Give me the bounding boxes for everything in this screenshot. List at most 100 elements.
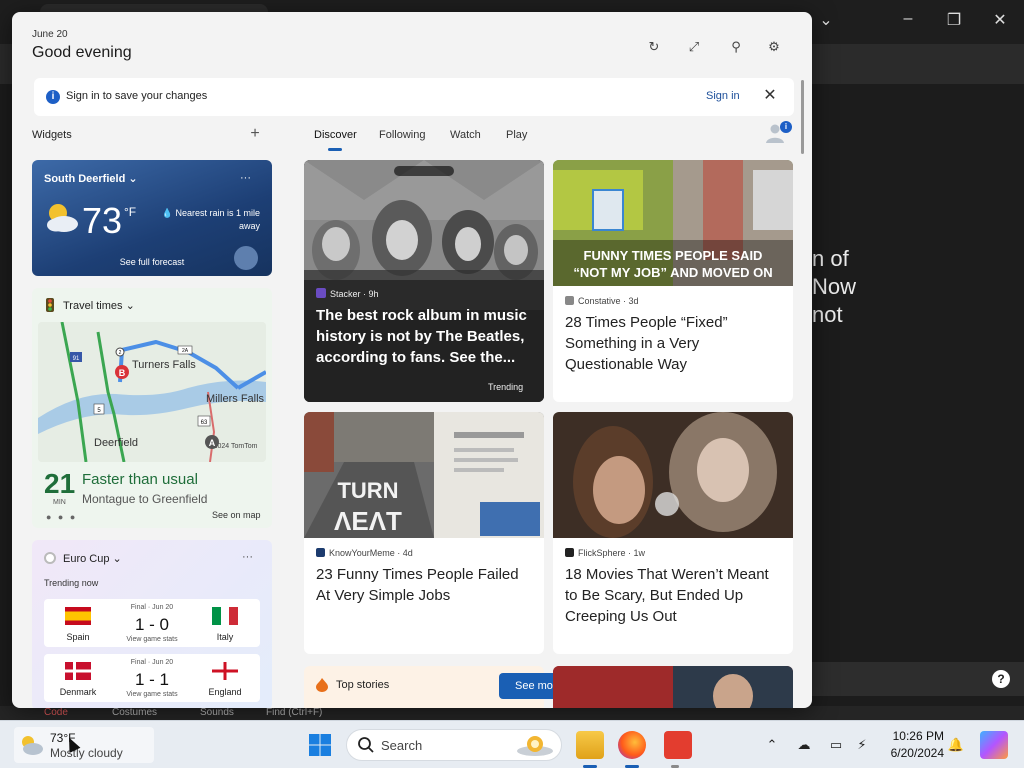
weather-widget[interactable]: South Deerfield ⌄ ··· 73 °F 💧 Nearest ra… [32, 160, 272, 276]
road-label: 2 [119, 350, 122, 356]
match-status: Final · Jun 20 [130, 659, 174, 666]
minimize-icon[interactable]: – [896, 10, 920, 28]
image-caption-line: “NOT MY JOB” AND MOVED ON [573, 265, 772, 280]
news-headline[interactable]: 23 Funny Times People Failed At Very Sim… [316, 564, 536, 606]
match-card[interactable]: Denmark Final · Jun 20 1 - 1 View game s… [44, 654, 260, 702]
map-label-turners-falls: Turners Falls [132, 359, 196, 371]
file-explorer-icon[interactable] [576, 731, 604, 759]
image-pager[interactable] [394, 166, 454, 176]
taskbar-time[interactable]: 10:26 PM [880, 729, 944, 743]
travel-route: Montague to Greenfield [82, 492, 208, 506]
travel-title[interactable]: Travel times ⌄ [63, 299, 135, 312]
background-editor-strip: Code Costumes Sounds Find (Ctrl+F) [0, 706, 1024, 720]
expand-icon[interactable]: ⤢ [683, 36, 705, 58]
pinned-app-icon[interactable] [664, 731, 692, 759]
source-logo-icon [565, 548, 574, 557]
add-widget-button[interactable]: + [246, 125, 264, 143]
news-source[interactable]: Stacker · 9h [316, 288, 379, 299]
news-card[interactable]: FUNNY TIMES PEOPLE SAID “NOT MY JOB” AND… [553, 160, 793, 402]
news-source[interactable]: Constative · 3d [565, 296, 639, 306]
pin-icon[interactable]: ⚲ [725, 36, 747, 58]
travel-times-widget[interactable]: Travel times ⌄ 2 2A 91 5 63 Turners Fall… [32, 288, 272, 528]
travel-minutes: 21 [44, 468, 76, 499]
taskbar: 73°F Mostly cloudy Search ⌃ ☁ ▭ ⚡ 10:26 … [0, 720, 1024, 768]
more-options-icon[interactable]: ··· [240, 172, 251, 184]
news-card[interactable]: FlickSphere · 1w 18 Movies That Weren’t … [553, 412, 793, 654]
help-button[interactable]: ? [992, 670, 1010, 688]
image-caption-line: ΛEΛT [334, 506, 402, 536]
carousel-dots[interactable]: ● ● ● [46, 512, 77, 522]
news-source[interactable]: FlickSphere · 1w [565, 548, 645, 558]
map-label-millers-falls: Millers Falls [206, 393, 265, 405]
notification-bell-icon[interactable]: 🔔 [946, 735, 966, 755]
trending-label: Trending now [44, 578, 99, 588]
signin-message: Sign in to save your changes [66, 90, 208, 102]
tab-list-chevron-icon[interactable]: ⌄ [814, 10, 838, 30]
news-image [553, 412, 793, 538]
travel-status: Faster than usual [82, 471, 198, 488]
raindrop-icon: 💧 [161, 208, 173, 218]
windows-start-icon[interactable] [308, 733, 332, 757]
chevron-down-icon: ⌄ [128, 173, 138, 185]
see-on-map-link[interactable]: See on map [212, 510, 261, 520]
sounds-tab[interactable]: Sounds [200, 707, 234, 718]
match-card[interactable]: Spain Final · Jun 20 1 - 0 View game sta… [44, 599, 260, 647]
weather-location[interactable]: South Deerfield ⌄ [44, 172, 138, 185]
news-headline[interactable]: The best rock album in music history is … [316, 305, 534, 368]
restore-icon[interactable]: ❐ [942, 10, 966, 30]
network-icon[interactable]: ⚡ [852, 735, 872, 755]
weather-unit: °F [124, 205, 137, 219]
weather-rain-note: 💧 Nearest rain is 1 mile away [161, 208, 260, 231]
origin-pin-icon: A [209, 438, 216, 448]
euro-cup-widget[interactable]: Euro Cup ⌄ ··· Trending now Spain Final … [32, 540, 272, 708]
costumes-tab[interactable]: Costumes [112, 707, 157, 718]
tab-following[interactable]: Following [379, 129, 425, 141]
news-card[interactable]: TURN ΛEΛT KnowYourMeme · 4d 23 Funny Tim… [304, 412, 544, 654]
traffic-map[interactable]: 2 2A 91 5 63 Turners Falls Millers Falls… [38, 322, 266, 462]
cloud-offline-icon[interactable]: ☁ [794, 735, 814, 755]
home-team: Spain [66, 632, 90, 642]
search-placeholder: Search [381, 738, 423, 753]
news-headline[interactable]: 18 Movies That Weren’t Meant to Be Scary… [565, 564, 785, 627]
signin-banner: i Sign in to save your changes Sign in ✕ [34, 78, 794, 116]
tab-play[interactable]: Play [506, 129, 527, 141]
road-label: 2A [182, 348, 189, 354]
close-icon[interactable]: ✕ [760, 86, 780, 106]
show-hidden-icons-chevron-icon[interactable]: ⌃ [762, 735, 782, 755]
code-tab[interactable]: Code [44, 707, 68, 718]
display-icon[interactable]: ▭ [826, 735, 846, 755]
news-photo: TURN ΛEΛT [304, 412, 544, 538]
more-options-icon[interactable]: ··· [242, 551, 253, 563]
euro-cup-title[interactable]: Euro Cup ⌄ [63, 552, 122, 565]
panel-scrollbar[interactable] [801, 80, 804, 154]
news-headline[interactable]: 28 Times People “Fixed” Something in a V… [565, 312, 785, 375]
news-image-partial[interactable] [553, 666, 793, 708]
road-label: 91 [73, 356, 80, 362]
game-stats-link[interactable]: View game stats [104, 636, 200, 643]
tab-watch[interactable]: Watch [450, 129, 481, 141]
game-stats-link[interactable]: View game stats [104, 691, 200, 698]
tab-discover[interactable]: Discover [314, 129, 357, 141]
taskbar-date[interactable]: 6/20/2024 [880, 746, 944, 760]
match-score: 1 - 1 [134, 670, 170, 689]
copilot-icon[interactable] [980, 731, 1008, 759]
taskbar-weather[interactable]: 73°F Mostly cloudy [14, 727, 154, 763]
refresh-icon[interactable]: ↻ [643, 36, 665, 58]
news-source[interactable]: KnowYourMeme · 4d [316, 548, 413, 558]
top-stories-title: Top stories [336, 679, 390, 691]
taskbar-search-box[interactable]: Search [346, 729, 562, 761]
find-field[interactable]: Find (Ctrl+F) [266, 707, 322, 718]
soccer-ball-icon [44, 552, 56, 564]
firefox-icon[interactable] [618, 731, 646, 759]
tab-active-indicator [328, 148, 342, 151]
italy-flag-icon [212, 607, 238, 625]
signin-link[interactable]: Sign in [706, 90, 740, 102]
settings-gear-icon[interactable]: ⚙ [763, 36, 785, 58]
news-photo: FUNNY TIMES PEOPLE SAID “NOT MY JOB” AND… [553, 160, 793, 286]
trending-tag: Trending [488, 382, 524, 392]
background-text-line: Now [812, 274, 857, 299]
road-label: 63 [201, 420, 208, 426]
news-card-hero[interactable]: Stacker · 9h The best rock album in musi… [304, 160, 544, 402]
full-forecast-link[interactable]: See full forecast [32, 257, 272, 267]
close-window-icon[interactable]: ✕ [988, 10, 1012, 30]
